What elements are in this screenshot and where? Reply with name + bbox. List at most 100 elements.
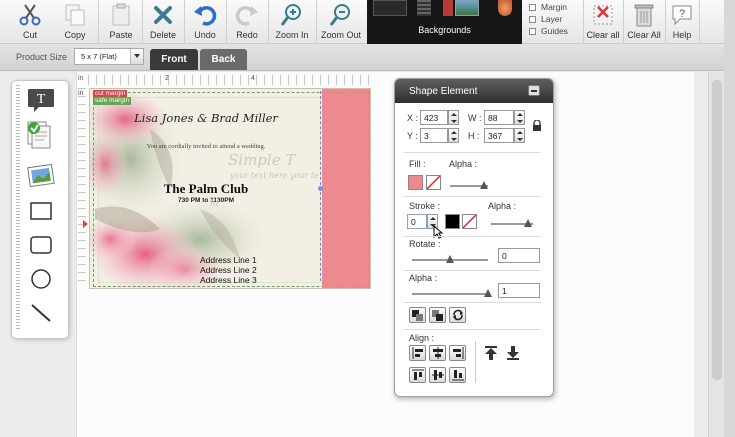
delete-x-icon xyxy=(149,2,177,28)
image-icon xyxy=(27,163,55,188)
rotate-slider[interactable] xyxy=(412,255,488,263)
checkbox-box[interactable] xyxy=(529,27,536,35)
scrollbar-thumb[interactable] xyxy=(712,80,722,380)
clipart-tool-button[interactable] xyxy=(26,121,56,149)
resize-handle[interactable] xyxy=(318,186,323,191)
stroke-width-input[interactable]: 0 xyxy=(407,214,427,229)
height-input[interactable]: 367 xyxy=(484,128,514,143)
clear-all-button[interactable]: Clear all xyxy=(585,0,621,44)
horizontal-ruler xyxy=(88,75,370,85)
backgrounds-panel[interactable]: Backgrounds xyxy=(367,0,522,44)
text-tool-button[interactable]: T xyxy=(26,86,56,114)
svg-text:T: T xyxy=(37,92,46,107)
product-size-value: 5 x 7 (Flat) xyxy=(81,52,117,61)
send-backward-button[interactable] xyxy=(429,307,446,323)
fill-alpha-slider[interactable] xyxy=(450,181,488,189)
delete-button[interactable]: Delete xyxy=(146,0,180,44)
venue-text[interactable]: The Palm Club xyxy=(90,181,322,197)
placeholder-text[interactable]: your text here your te xyxy=(230,171,319,180)
lock-icon[interactable] xyxy=(532,119,542,137)
align-label: Align : xyxy=(409,333,435,343)
checkbox-box[interactable] xyxy=(529,3,536,11)
background-thumb[interactable] xyxy=(417,0,431,16)
circle-tool-button[interactable] xyxy=(26,265,56,293)
guides-checkbox[interactable]: Guides xyxy=(529,25,585,37)
slider-knob[interactable] xyxy=(484,289,492,297)
y-label: Y : xyxy=(407,131,418,141)
zoom-out-button[interactable]: Zoom Out xyxy=(319,0,363,44)
undo-button[interactable]: Undo xyxy=(188,0,222,44)
chevron-down-icon[interactable] xyxy=(130,49,143,64)
alpha-slider[interactable] xyxy=(412,289,492,297)
rotate-input[interactable]: 0 xyxy=(498,248,540,263)
palette-grip[interactable] xyxy=(16,85,20,330)
zoom-in-button[interactable]: Zoom In xyxy=(272,0,312,44)
couple-names-text[interactable]: Lisa Jones & Brad Miller xyxy=(90,111,322,125)
send-to-back-button[interactable] xyxy=(506,346,520,365)
alpha-input[interactable]: 1 xyxy=(498,283,540,298)
image-tool-button[interactable] xyxy=(26,162,56,190)
width-input[interactable]: 88 xyxy=(484,110,514,125)
panel-header[interactable]: Shape Element xyxy=(395,79,553,103)
margin-label: Margin xyxy=(541,2,567,12)
product-size-select[interactable]: 5 x 7 (Flat) xyxy=(74,48,144,65)
address-line-2[interactable]: Address Line 2 xyxy=(200,265,257,275)
minimize-icon[interactable] xyxy=(528,85,540,96)
square-tool-button[interactable] xyxy=(26,197,56,225)
x-input[interactable]: 423 xyxy=(420,110,448,125)
stroke-alpha-slider[interactable] xyxy=(491,219,533,227)
slider-knob[interactable] xyxy=(480,181,488,189)
align-left-button[interactable] xyxy=(409,345,426,361)
layer-checkbox[interactable]: Layer xyxy=(529,13,585,25)
selected-shape-rectangle[interactable] xyxy=(322,89,370,288)
vertical-scrollbar[interactable] xyxy=(708,72,724,437)
tab-back[interactable]: Back xyxy=(200,49,247,70)
no-stroke-swatch[interactable] xyxy=(462,214,477,229)
copy-button[interactable]: Copy xyxy=(58,0,92,44)
background-thumb[interactable] xyxy=(443,0,453,16)
x-stepper[interactable] xyxy=(448,110,459,125)
placeholder-text[interactable]: Simple T xyxy=(228,151,295,169)
help-button[interactable]: ? Help xyxy=(667,0,697,44)
placeholder-text[interactable]: ht xyxy=(210,199,219,209)
y-input[interactable]: 3 xyxy=(420,128,448,143)
invitation-text[interactable]: You are cordially invited to attend a we… xyxy=(90,143,322,150)
redo-button[interactable]: Redo xyxy=(230,0,264,44)
send-backward-icon xyxy=(432,309,443,321)
checkbox-box[interactable] xyxy=(529,15,536,23)
address-line-3[interactable]: Address Line 3 xyxy=(200,275,257,285)
no-fill-swatch[interactable] xyxy=(426,175,441,190)
square-shape-icon xyxy=(30,202,52,220)
rounded-rect-tool-button[interactable] xyxy=(26,231,56,259)
align-bottom-button[interactable] xyxy=(449,367,466,383)
align-right-button[interactable] xyxy=(449,345,466,361)
align-middle-button[interactable] xyxy=(429,367,446,383)
flip-button[interactable] xyxy=(449,307,466,323)
time-text[interactable]: 730 PM to 1130PM xyxy=(90,197,322,204)
fill-color-swatch[interactable] xyxy=(408,175,423,190)
address-line-1[interactable]: Address Line 1 xyxy=(200,255,257,265)
background-thumb[interactable] xyxy=(455,0,479,16)
background-thumb[interactable] xyxy=(373,0,407,16)
tab-front[interactable]: Front xyxy=(150,49,198,70)
slider-knob[interactable] xyxy=(446,255,454,263)
bring-forward-button[interactable] xyxy=(409,307,426,323)
divider xyxy=(403,302,541,303)
bring-to-front-button[interactable] xyxy=(484,346,498,365)
invitation-card[interactable]: cut margin safe margin Lisa Jones & Brad… xyxy=(89,88,371,289)
stroke-color-swatch[interactable] xyxy=(445,214,460,229)
align-top-button[interactable] xyxy=(409,367,426,383)
y-stepper[interactable] xyxy=(448,128,459,143)
align-center-button[interactable] xyxy=(429,345,446,361)
line-tool-button[interactable] xyxy=(26,299,56,327)
cut-button[interactable]: Cut xyxy=(14,0,46,44)
width-stepper[interactable] xyxy=(514,110,525,125)
no-color-icon xyxy=(426,175,441,190)
clear-all-trash-button[interactable]: Clear All xyxy=(625,0,663,44)
paste-button[interactable]: Paste xyxy=(104,0,138,44)
background-thumb[interactable] xyxy=(498,0,512,16)
text-tool-icon: T xyxy=(28,89,54,112)
height-stepper[interactable] xyxy=(514,128,525,143)
margin-checkbox[interactable]: Margin xyxy=(529,1,585,13)
slider-knob[interactable] xyxy=(524,219,532,227)
